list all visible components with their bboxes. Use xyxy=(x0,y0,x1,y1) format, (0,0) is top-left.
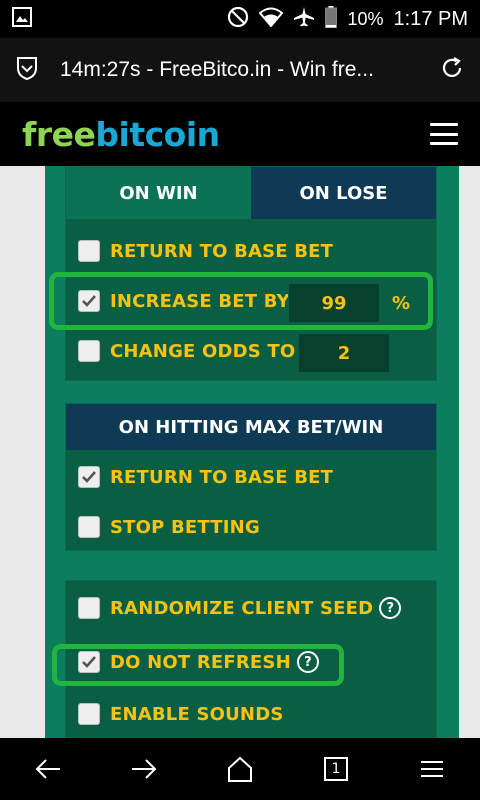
option-return-to-base-max[interactable]: RETURN TO BASE BET xyxy=(78,466,333,488)
option-label: RETURN TO BASE BET xyxy=(110,240,334,262)
checkbox-checked[interactable] xyxy=(78,466,100,488)
back-button[interactable] xyxy=(24,745,72,793)
logo-bitcoin-text: bitcoin xyxy=(95,114,220,154)
battery-icon xyxy=(325,5,338,33)
checkbox-unchecked[interactable] xyxy=(78,597,100,619)
checkmark-icon xyxy=(82,471,96,483)
hamburger-menu-icon[interactable] xyxy=(430,123,458,145)
logo-free-text: free xyxy=(22,114,96,154)
option-label: RETURN TO BASE BET xyxy=(110,466,334,488)
shield-icon[interactable] xyxy=(16,56,38,84)
clock: 1:17 PM xyxy=(393,7,468,30)
menu-button[interactable] xyxy=(408,745,456,793)
forward-button[interactable] xyxy=(120,745,168,793)
arrow-left-icon xyxy=(35,759,60,779)
browser-nav-bar: 1 xyxy=(0,738,480,800)
option-label: CHANGE ODDS TO xyxy=(110,340,296,362)
tab-count: 1 xyxy=(331,761,341,777)
max-bet-panel: ON HITTING MAX BET/WIN RETURN TO BASE BE… xyxy=(65,403,437,551)
change-odds-input[interactable]: 2 xyxy=(298,333,390,373)
do-not-disturb-icon xyxy=(227,6,249,33)
option-label: RANDOMIZE CLIENT SEED xyxy=(110,597,374,619)
highlight-do-not-refresh xyxy=(52,644,344,686)
site-header: freebitcoin xyxy=(0,102,480,166)
refresh-icon[interactable] xyxy=(440,56,464,84)
status-bar: 10% 1:17 PM xyxy=(0,0,480,38)
option-stop-betting[interactable]: STOP BETTING xyxy=(78,516,260,538)
wifi-icon xyxy=(259,7,284,32)
checkbox-unchecked[interactable] xyxy=(78,340,100,362)
checkbox-unchecked[interactable] xyxy=(78,516,100,538)
max-bet-header: ON HITTING MAX BET/WIN xyxy=(66,404,436,450)
arrow-right-icon xyxy=(132,759,157,779)
image-notification-icon xyxy=(12,7,32,31)
tab-on-lose[interactable]: ON LOSE xyxy=(251,167,436,219)
option-randomize-client-seed[interactable]: RANDOMIZE CLIENT SEED ? xyxy=(78,597,402,619)
win-lose-tabs: ON WIN ON LOSE xyxy=(66,167,436,219)
airplane-mode-icon xyxy=(293,6,315,33)
home-button[interactable] xyxy=(216,745,264,793)
checkbox-unchecked[interactable] xyxy=(78,240,100,262)
option-change-odds-to[interactable]: CHANGE ODDS TO xyxy=(78,340,295,362)
help-icon[interactable]: ? xyxy=(379,597,402,619)
option-label: ENABLE SOUNDS xyxy=(110,703,284,725)
browser-toolbar: 14m:27s - FreeBitco.in - Win fre... xyxy=(0,38,480,102)
page-title[interactable]: 14m:27s - FreeBitco.in - Win fre... xyxy=(60,58,440,82)
option-return-to-base-win[interactable]: RETURN TO BASE BET xyxy=(78,240,333,262)
highlight-increase-bet xyxy=(49,272,433,330)
home-icon xyxy=(228,756,252,782)
tabs-button[interactable]: 1 xyxy=(312,745,360,793)
option-enable-sounds[interactable]: ENABLE SOUNDS xyxy=(78,703,284,725)
checkbox-unchecked[interactable] xyxy=(78,703,100,725)
battery-percent: 10% xyxy=(347,8,384,29)
freebitcoin-logo[interactable]: freebitcoin xyxy=(22,115,430,154)
menu-lines-icon xyxy=(421,761,443,777)
page-content: ON WIN ON LOSE RETURN TO BASE BET INCREA… xyxy=(0,166,480,738)
tab-on-win[interactable]: ON WIN xyxy=(66,167,251,219)
option-label: STOP BETTING xyxy=(110,516,260,538)
